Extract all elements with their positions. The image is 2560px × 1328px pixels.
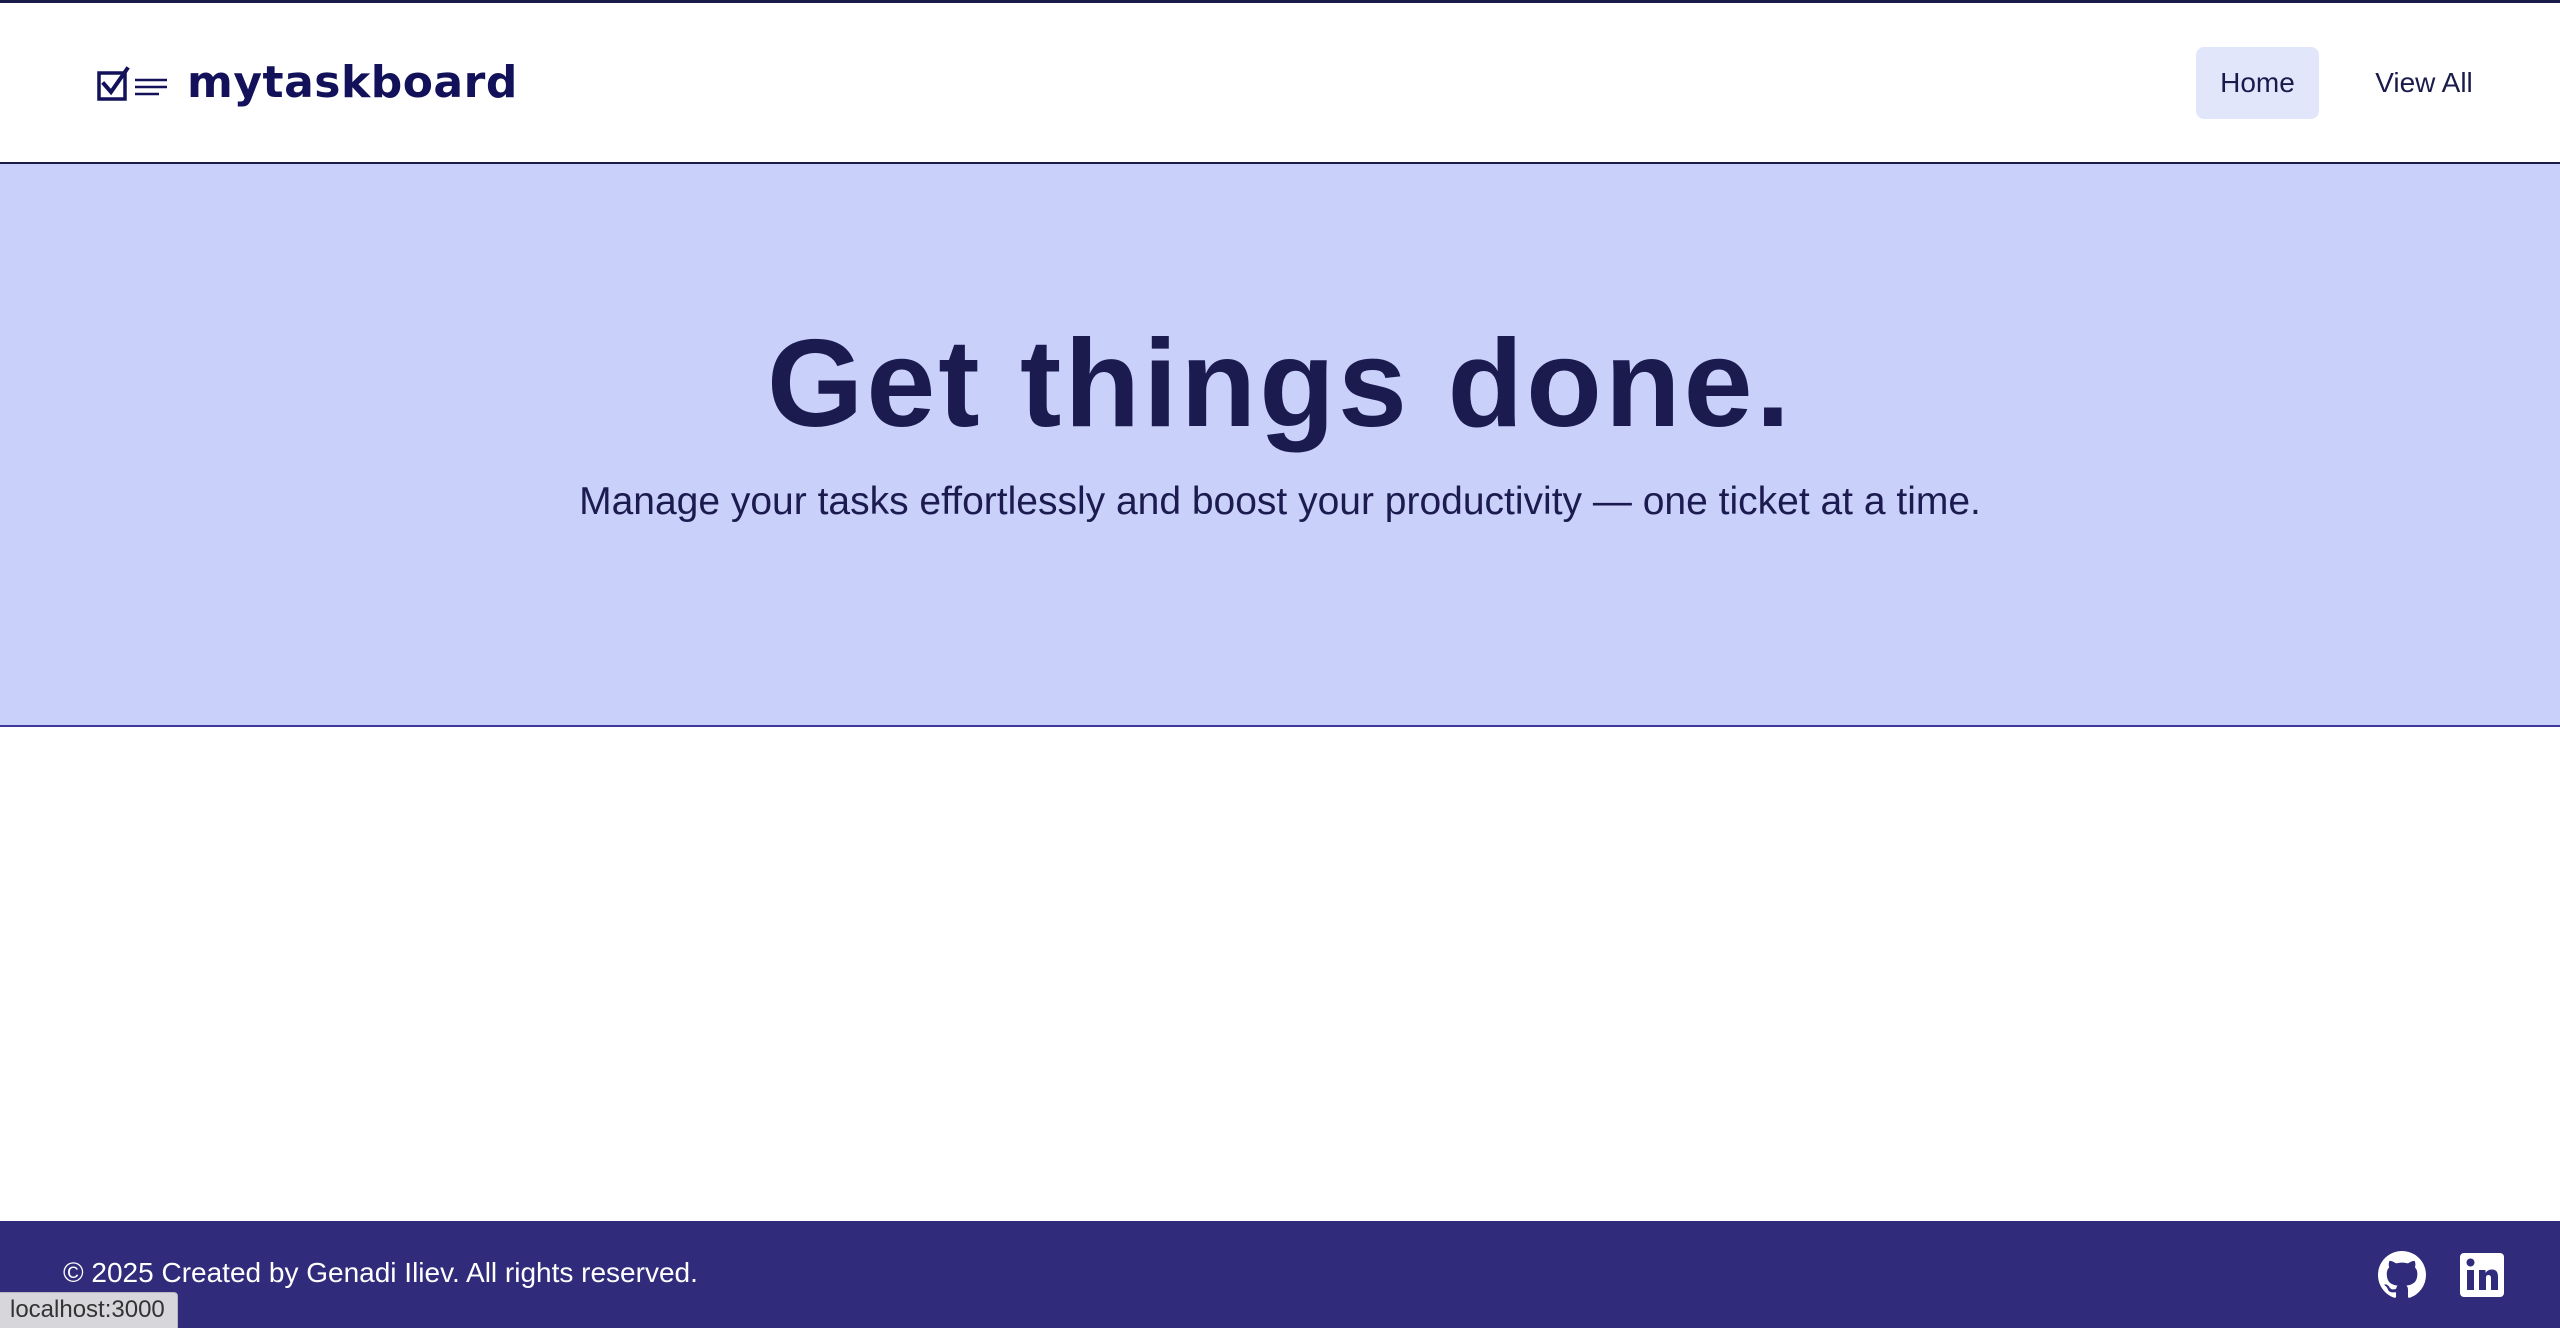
page: mytaskboard Home View All Get things don…: [0, 0, 2560, 1328]
hero-section: Get things done. Manage your tasks effor…: [0, 164, 2560, 727]
linkedin-icon[interactable]: [2458, 1251, 2506, 1299]
nav-view-all-link[interactable]: View All: [2358, 47, 2490, 119]
nav-home-link[interactable]: Home: [2196, 47, 2319, 119]
github-icon[interactable]: [2378, 1251, 2426, 1299]
site-footer: © 2025 Created by Genadi Iliev. All righ…: [0, 1221, 2560, 1328]
copyright-text: © 2025 Created by Genadi Iliev. All righ…: [63, 1257, 698, 1288]
social-links: [2378, 1251, 2506, 1299]
logo-text: mytaskboard: [187, 57, 518, 108]
site-header: mytaskboard Home View All: [0, 3, 2560, 164]
hero-title: Get things done.: [766, 315, 1794, 453]
hero-subtitle: Manage your tasks effortlessly and boost…: [579, 480, 1981, 523]
checkbox-list-icon: [97, 66, 167, 101]
browser-status-url: localhost:3000: [0, 1292, 178, 1328]
logo[interactable]: mytaskboard: [97, 58, 518, 108]
